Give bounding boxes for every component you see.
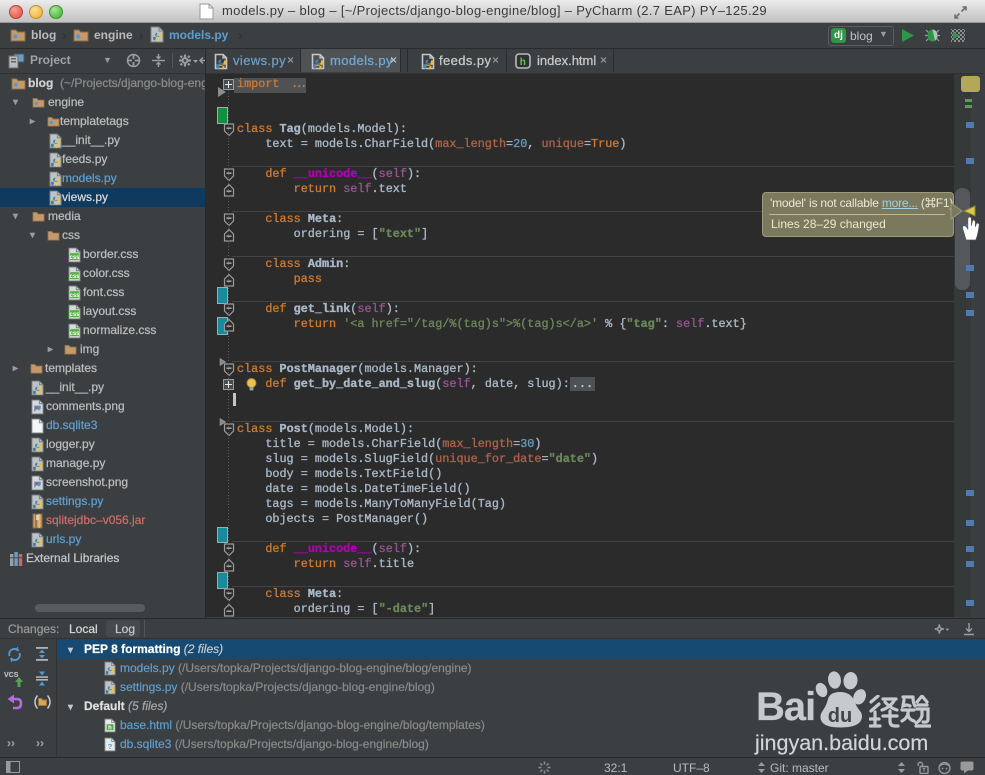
svg-text:h: h [520, 57, 527, 68]
svg-text:?: ? [108, 742, 113, 751]
svg-text:css: css [69, 312, 80, 318]
svg-text:css: css [69, 274, 80, 280]
svg-text:css: css [69, 331, 80, 337]
svg-text:css: css [69, 293, 80, 299]
svg-text:du: du [828, 705, 852, 727]
svg-text:css: css [69, 255, 80, 261]
svg-text:h: h [108, 725, 112, 731]
